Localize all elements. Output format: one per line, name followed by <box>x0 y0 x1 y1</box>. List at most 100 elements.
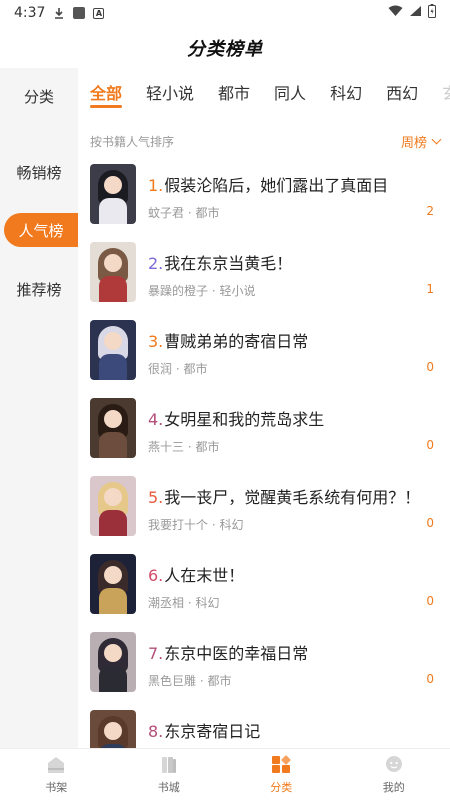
notification-icon <box>73 7 86 19</box>
sidebar-item-popular[interactable]: 人气榜 <box>4 213 78 247</box>
nav-label: 分类 <box>270 781 293 794</box>
book-title: 人在末世！ <box>164 566 245 585</box>
book-title-line: 4.女明星和我的荒岛求生 <box>148 406 440 430</box>
signal-icon <box>409 5 422 21</box>
nav-category[interactable]: 分类 <box>225 749 338 800</box>
sidebar-item-label: 畅销榜 <box>16 163 62 182</box>
sidebar-item-category[interactable]: 分类 <box>0 70 78 122</box>
tab-xuanhuan[interactable]: 玄 <box>430 70 450 114</box>
tab-all[interactable]: 全部 <box>78 70 134 114</box>
book-count: 2 <box>426 204 434 218</box>
header: 分类榜单 <box>0 28 450 68</box>
book-title: 东京中医的幸福日常 <box>164 644 309 663</box>
book-rank: 5. <box>148 488 164 507</box>
tab-label: 同人 <box>274 84 307 103</box>
sidebar-item-label: 分类 <box>23 87 54 106</box>
book-meta: 暴躁的橙子 · 轻小说 <box>148 284 256 298</box>
book-title-line: 2.我在东京当黄毛！ <box>148 250 440 274</box>
book-title-line: 1.假装沦陷后，她们露出了真面目 <box>148 172 440 196</box>
book-title-line: 6.人在末世！ <box>148 562 440 586</box>
book-title: 女明星和我的荒岛求生 <box>164 410 325 429</box>
book-rank: 2. <box>148 254 164 273</box>
book-item[interactable]: 3.曹贼弟弟的寄宿日常 很润 · 都市 0 <box>90 320 440 398</box>
book-rank: 8. <box>148 722 164 741</box>
download-icon <box>53 7 65 19</box>
book-count: 0 <box>426 672 434 686</box>
book-meta: 潮丞相 · 科幻 <box>148 596 220 610</box>
tab-label: 西幻 <box>386 84 419 103</box>
chevron-down-icon <box>431 134 442 144</box>
tab-label: 科幻 <box>330 84 363 103</box>
sidebar-item-recommended[interactable]: 推荐榜 <box>0 263 78 315</box>
category-icon <box>272 755 291 773</box>
status-bar: 4:37 A <box>0 0 450 26</box>
book-item[interactable]: 6.人在末世！ 潮丞相 · 科幻 0 <box>90 554 440 632</box>
nav-bookshelf[interactable]: 书架 <box>0 749 113 800</box>
book-item[interactable]: 1.假装沦陷后，她们露出了真面目 蚊子君 · 都市 2 <box>90 164 440 242</box>
app-a-icon: A <box>93 7 105 19</box>
book-item[interactable]: 8.东京寄宿日记 <box>90 710 440 748</box>
book-cover <box>90 398 136 458</box>
sidebar-item-label: 人气榜 <box>18 221 64 240</box>
book-title: 曹贼弟弟的寄宿日常 <box>164 332 309 351</box>
book-list: 1.假装沦陷后，她们露出了真面目 蚊子君 · 都市 2 2.我在东京当黄毛！ 暴… <box>90 164 440 748</box>
sidebar-item-bestseller[interactable]: 畅销榜 <box>0 146 78 198</box>
wifi-icon <box>388 5 403 21</box>
tab-label: 都市 <box>218 84 251 103</box>
bookstore-icon <box>161 757 176 773</box>
book-cover <box>90 710 136 748</box>
book-cover <box>90 554 136 614</box>
book-rank: 3. <box>148 332 164 351</box>
book-meta: 很润 · 都市 <box>148 362 208 376</box>
tab-urban[interactable]: 都市 <box>206 70 262 114</box>
bookshelf-icon <box>48 757 65 773</box>
book-rank: 7. <box>148 644 164 663</box>
book-title-line: 8.东京寄宿日记 <box>148 718 440 742</box>
book-item[interactable]: 2.我在东京当黄毛！ 暴躁的橙子 · 轻小说 1 <box>90 242 440 320</box>
book-item[interactable]: 7.东京中医的幸福日常 黑色巨雕 · 都市 0 <box>90 632 440 710</box>
book-meta: 我要打十个 · 科幻 <box>148 518 244 532</box>
nav-label: 我的 <box>382 781 405 794</box>
book-meta: 黑色巨雕 · 都市 <box>148 674 232 688</box>
tab-label: 全部 <box>90 84 123 103</box>
genre-tabs: 全部 轻小说 都市 同人 科幻 西幻 玄 <box>78 70 450 114</box>
book-title: 我一丧尸，觉醒黄毛系统有何用？！ <box>164 488 421 507</box>
tab-light-novel[interactable]: 轻小说 <box>134 70 206 114</box>
tab-fanfic[interactable]: 同人 <box>262 70 318 114</box>
sidebar-item-label: 推荐榜 <box>16 280 62 299</box>
sort-period-dropdown[interactable]: 周榜 <box>400 132 442 151</box>
book-count: 0 <box>426 438 434 452</box>
book-title: 东京寄宿日记 <box>164 722 261 741</box>
book-title-line: 7.东京中医的幸福日常 <box>148 640 440 664</box>
book-meta: 蚊子君 · 都市 <box>148 206 220 220</box>
tab-label: 轻小说 <box>146 84 195 103</box>
book-item[interactable]: 5.我一丧尸，觉醒黄毛系统有何用？！ 我要打十个 · 科幻 0 <box>90 476 440 554</box>
bottom-nav: 书架 书城 分类 我的 <box>0 748 450 800</box>
nav-bookstore[interactable]: 书城 <box>113 749 226 800</box>
book-cover <box>90 164 136 224</box>
tab-scifi[interactable]: 科幻 <box>318 70 374 114</box>
book-count: 1 <box>426 282 434 296</box>
book-title-line: 5.我一丧尸，觉醒黄毛系统有何用？！ <box>148 484 440 508</box>
book-cover <box>90 632 136 692</box>
book-title: 假装沦陷后，她们露出了真面目 <box>164 176 389 195</box>
battery-icon <box>428 4 436 22</box>
tab-label: 玄 <box>442 80 450 104</box>
book-meta: 燕十三 · 都市 <box>148 440 220 454</box>
nav-label: 书架 <box>45 781 68 794</box>
profile-icon <box>385 756 402 772</box>
tab-western-fantasy[interactable]: 西幻 <box>374 70 430 114</box>
book-rank: 6. <box>148 566 164 585</box>
book-item[interactable]: 4.女明星和我的荒岛求生 燕十三 · 都市 0 <box>90 398 440 476</box>
book-count: 0 <box>426 516 434 530</box>
book-rank: 1. <box>148 176 164 195</box>
book-count: 0 <box>426 360 434 374</box>
book-cover <box>90 242 136 302</box>
sort-row: 按书籍人气排序 周榜 <box>90 126 442 156</box>
book-title: 我在东京当黄毛！ <box>164 254 293 273</box>
book-cover <box>90 476 136 536</box>
nav-profile[interactable]: 我的 <box>338 749 450 800</box>
book-rank: 4. <box>148 410 164 429</box>
sort-period-value: 周榜 <box>400 135 427 151</box>
status-time: 4:37 <box>14 5 46 21</box>
